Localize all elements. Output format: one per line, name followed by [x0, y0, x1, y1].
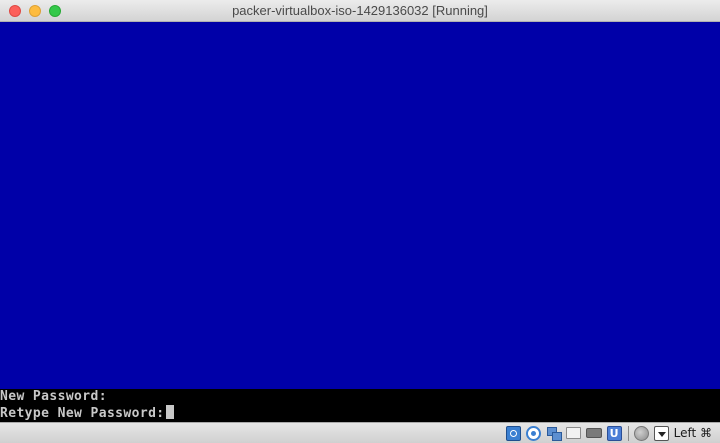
hard-disk-icon[interactable] [505, 425, 521, 441]
title-bar: packer-virtualbox-iso-1429136032 [Runnin… [0, 0, 720, 22]
window-title: packer-virtualbox-iso-1429136032 [Runnin… [232, 3, 488, 18]
mouse-integration-icon[interactable] [633, 425, 649, 441]
shared-folders-icon[interactable] [565, 427, 581, 439]
console-area[interactable]: New Password: Retype New Password: [0, 389, 720, 422]
network-icon[interactable] [546, 426, 562, 441]
usb-icon[interactable]: U [606, 425, 622, 441]
console-line-new-password: New Password: [0, 389, 107, 404]
text-cursor [165, 405, 174, 419]
usb-device-icon[interactable] [585, 428, 602, 438]
optical-drive-icon[interactable] [525, 425, 541, 441]
status-separator [627, 425, 629, 441]
status-indicators: U Left ⌘ [501, 425, 712, 441]
console-prompt-text: Retype New Password: [0, 406, 165, 421]
status-bar: U Left ⌘ [0, 422, 720, 443]
vm-display[interactable] [0, 22, 720, 389]
vm-window: packer-virtualbox-iso-1429136032 [Runnin… [0, 0, 720, 443]
keyboard-capture-icon[interactable] [653, 425, 669, 441]
host-key-label[interactable]: Left ⌘ [674, 426, 712, 440]
console-line-retype-password: Retype New Password: [0, 405, 174, 422]
